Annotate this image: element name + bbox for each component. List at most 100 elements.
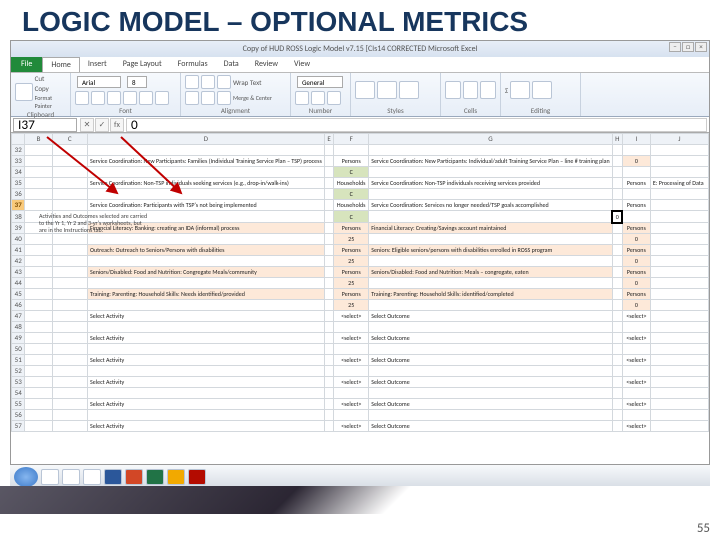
cell[interactable]: 0 xyxy=(622,300,650,311)
cell[interactable] xyxy=(88,344,325,355)
cell[interactable] xyxy=(612,256,622,267)
cell[interactable] xyxy=(622,211,650,223)
cell[interactable]: Select Activity xyxy=(88,399,325,410)
cell[interactable] xyxy=(25,322,52,333)
cell[interactable] xyxy=(52,388,87,399)
cell[interactable] xyxy=(612,156,622,167)
cell[interactable] xyxy=(612,278,622,289)
cell[interactable]: Persons xyxy=(622,178,650,189)
ribbon-tab-insert[interactable]: Insert xyxy=(80,57,115,72)
row-header[interactable]: 49 xyxy=(12,333,25,344)
cell[interactable]: Select Outcome xyxy=(369,355,613,366)
cell[interactable] xyxy=(52,267,87,278)
cell[interactable]: Seniors: Eligible seniors/persons with d… xyxy=(369,245,613,256)
cell[interactable] xyxy=(612,300,622,311)
cell[interactable] xyxy=(52,200,87,211)
cell[interactable] xyxy=(52,410,87,421)
cell[interactable] xyxy=(650,388,708,399)
cell[interactable] xyxy=(324,189,333,200)
cell[interactable] xyxy=(88,167,325,178)
taskbar-word-icon[interactable] xyxy=(104,469,122,485)
name-box[interactable] xyxy=(13,118,77,132)
cell[interactable]: <select> xyxy=(334,355,369,366)
cell[interactable]: Households xyxy=(334,178,369,189)
align-left-icon[interactable] xyxy=(185,91,199,105)
ribbon-tab-page-layout[interactable]: Page Layout xyxy=(115,57,170,72)
row-header[interactable]: 51 xyxy=(12,355,25,366)
cell[interactable] xyxy=(369,256,613,267)
cell[interactable] xyxy=(369,388,613,399)
cell[interactable] xyxy=(612,333,622,344)
cell[interactable] xyxy=(324,245,333,256)
maximize-button[interactable]: □ xyxy=(682,42,694,52)
cell[interactable] xyxy=(369,145,613,156)
cell[interactable] xyxy=(25,399,52,410)
cell[interactable] xyxy=(52,245,87,256)
cell[interactable]: C xyxy=(334,189,369,200)
cell[interactable] xyxy=(25,333,52,344)
cell[interactable] xyxy=(650,366,708,377)
cell[interactable] xyxy=(612,189,622,200)
align-middle-icon[interactable] xyxy=(201,75,215,89)
cell[interactable] xyxy=(52,189,87,200)
cell[interactable]: <select> xyxy=(622,377,650,388)
cell[interactable] xyxy=(612,167,622,178)
cell[interactable] xyxy=(612,223,622,234)
cell[interactable]: Select Outcome xyxy=(369,399,613,410)
cell[interactable] xyxy=(324,410,333,421)
cell[interactable]: Training: Parenting: Household Skills: N… xyxy=(88,289,325,300)
cell[interactable]: Persons xyxy=(334,223,369,234)
cell[interactable]: 0 xyxy=(622,256,650,267)
cell[interactable] xyxy=(650,234,708,245)
row-header[interactable]: 50 xyxy=(12,344,25,355)
cell[interactable] xyxy=(52,322,87,333)
cell[interactable] xyxy=(52,167,87,178)
cell[interactable] xyxy=(650,245,708,256)
row-header[interactable]: 54 xyxy=(12,388,25,399)
cell[interactable] xyxy=(324,156,333,167)
align-top-icon[interactable] xyxy=(185,75,199,89)
row-header[interactable]: 45 xyxy=(12,289,25,300)
cell[interactable] xyxy=(622,145,650,156)
cell[interactable]: <select> xyxy=(334,421,369,432)
cell[interactable] xyxy=(650,189,708,200)
cell[interactable] xyxy=(324,289,333,300)
cell[interactable]: 0 xyxy=(622,234,650,245)
column-header-C[interactable]: C xyxy=(52,134,87,145)
cell[interactable] xyxy=(324,145,333,156)
align-center-icon[interactable] xyxy=(201,91,215,105)
cell[interactable]: Select Activity xyxy=(88,311,325,322)
row-header[interactable]: 34 xyxy=(12,167,25,178)
cell[interactable]: Service Coordination: New Participants: … xyxy=(369,156,613,167)
cell[interactable] xyxy=(25,300,52,311)
cell[interactable]: Households xyxy=(334,200,369,211)
row-header[interactable]: 35 xyxy=(12,178,25,189)
cell[interactable] xyxy=(324,234,333,245)
cell[interactable] xyxy=(25,189,52,200)
row-header[interactable]: 56 xyxy=(12,410,25,421)
row-header[interactable]: 42 xyxy=(12,256,25,267)
taskbar-pdf-icon[interactable] xyxy=(188,469,206,485)
cell[interactable] xyxy=(612,344,622,355)
cell[interactable] xyxy=(25,366,52,377)
cell[interactable] xyxy=(650,410,708,421)
row-header[interactable]: 52 xyxy=(12,366,25,377)
cell[interactable]: Select Outcome xyxy=(369,377,613,388)
cell[interactable] xyxy=(88,410,325,421)
copy-button[interactable]: Copy xyxy=(35,84,66,93)
cell[interactable] xyxy=(324,421,333,432)
cell[interactable] xyxy=(650,200,708,211)
cell[interactable] xyxy=(52,333,87,344)
cell[interactable] xyxy=(622,388,650,399)
cell[interactable] xyxy=(324,167,333,178)
cell[interactable] xyxy=(612,311,622,322)
cell[interactable] xyxy=(612,200,622,211)
cell[interactable]: <select> xyxy=(622,399,650,410)
cell[interactable]: Select Activity xyxy=(88,377,325,388)
autosum-button[interactable]: Σ xyxy=(505,86,508,95)
cell[interactable] xyxy=(88,189,325,200)
cell[interactable]: Persons xyxy=(622,267,650,278)
ribbon-tab-view[interactable]: View xyxy=(286,57,318,72)
merge-center-button[interactable]: Merge & Center xyxy=(233,94,272,102)
cell[interactable] xyxy=(612,388,622,399)
